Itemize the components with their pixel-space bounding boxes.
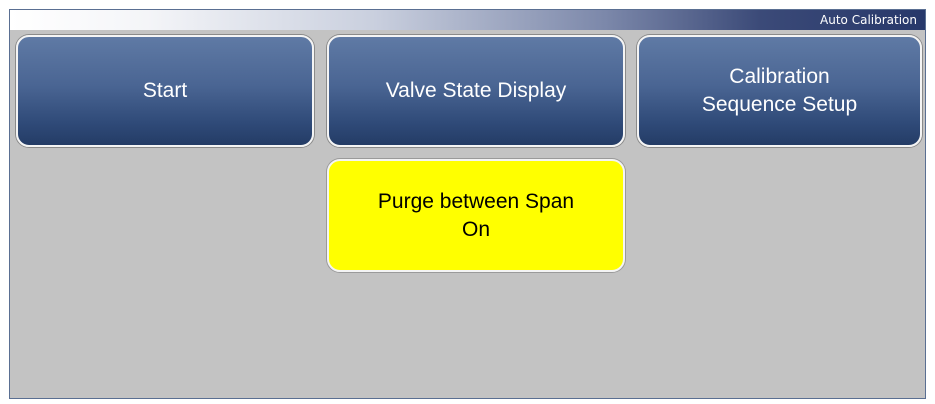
title-bar: Auto Calibration (10, 10, 925, 30)
calibration-sequence-setup-button[interactable]: Calibration Sequence Setup (637, 35, 922, 147)
start-button-label: Start (142, 79, 188, 102)
start-button[interactable]: Start (16, 35, 314, 147)
auto-calibration-screen: Auto Calibration Start Valve State Displ… (9, 9, 926, 399)
calibration-sequence-setup-label-line2: Sequence Setup (701, 93, 858, 116)
purge-between-span-toggle[interactable]: Purge between Span On (327, 159, 625, 272)
screen-title: Auto Calibration (820, 13, 917, 27)
valve-state-display-button[interactable]: Valve State Display (327, 35, 625, 147)
purge-between-span-label: Purge between Span (377, 189, 575, 213)
calibration-sequence-setup-label-line1: Calibration (729, 65, 830, 88)
purge-between-span-state: On (461, 217, 490, 241)
valve-state-display-button-label: Valve State Display (385, 79, 567, 102)
